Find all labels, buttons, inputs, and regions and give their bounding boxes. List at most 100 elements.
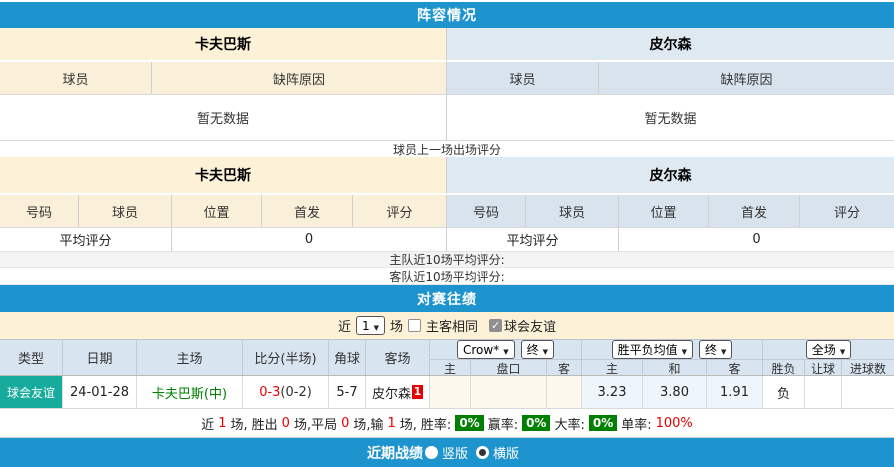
corner-cell: 5-7 bbox=[329, 376, 366, 408]
goals-cell bbox=[842, 376, 894, 408]
away-player2-col: 球员 bbox=[526, 195, 619, 227]
same-venue-checkbox[interactable] bbox=[408, 319, 422, 332]
lineup-title: 阵容情况 bbox=[417, 8, 477, 24]
horizontal-label: 横版 bbox=[493, 447, 520, 462]
odds-final-select[interactable]: 终 bbox=[699, 340, 733, 359]
matches-label: 场 bbox=[390, 320, 404, 335]
goals-col: 进球数 bbox=[849, 362, 886, 376]
away-last10-rating: 客队近10场平均评分: bbox=[0, 268, 894, 285]
odds-away-cell: 1.91 bbox=[707, 376, 763, 408]
summary-text: 场,平局 bbox=[293, 417, 338, 433]
home-last10-rating: 主队近10场平均评分: bbox=[0, 252, 894, 268]
oddswin-badge: 0% bbox=[522, 415, 551, 431]
away-position-col: 位置 bbox=[619, 195, 709, 227]
over-label: 大率: bbox=[554, 417, 585, 433]
bookmaker-value: Crow* bbox=[462, 342, 500, 357]
summary-text: 场, bbox=[230, 417, 248, 433]
odds-type-value: 胜平负均值 bbox=[617, 343, 678, 357]
home-position-col: 位置 bbox=[172, 195, 262, 227]
chevron-down-icon bbox=[374, 319, 379, 333]
away-player-col: 球员 bbox=[447, 62, 599, 94]
summary-text: 场, bbox=[399, 417, 417, 433]
vertical-label: 竖版 bbox=[441, 447, 468, 462]
h2h-section-header: 对赛往绩 bbox=[0, 285, 894, 312]
odds-draw-cell: 3.80 bbox=[643, 376, 707, 408]
home-team-cell[interactable]: 卡夫巴斯(中) bbox=[137, 376, 243, 408]
oddswin-label: 赢率: bbox=[487, 417, 519, 433]
match-count-select[interactable]: 1 bbox=[355, 316, 385, 335]
over-badge: 0% bbox=[588, 415, 618, 431]
summary-losses: 1 bbox=[387, 415, 396, 431]
bookmaker-select[interactable]: Crow* bbox=[456, 340, 515, 359]
handicap-line-cell bbox=[471, 376, 547, 408]
away-team-link[interactable]: 皮尔森 bbox=[372, 383, 411, 402]
summary-wins: 0 bbox=[281, 415, 290, 431]
odds-final-value: 终 bbox=[705, 343, 718, 357]
near-label: 近 bbox=[337, 320, 351, 335]
h2h-table: 类型 日期 主场 比分(半场) 角球 客场 Crow* 终 主 bbox=[0, 339, 894, 438]
away-no-data: 暂无数据 bbox=[447, 95, 894, 141]
scope-select[interactable]: 全场 bbox=[805, 340, 852, 359]
chevron-down-icon bbox=[840, 343, 845, 357]
vertical-radio[interactable] bbox=[424, 446, 438, 459]
home-score-col: 评分 bbox=[386, 205, 413, 221]
away-team-name-rating: 皮尔森 bbox=[447, 157, 894, 195]
away-rank-badge: 1 bbox=[412, 385, 423, 399]
winrate-badge: 0% bbox=[455, 415, 484, 431]
summary-text: 场,输 bbox=[353, 417, 384, 433]
h2h-summary-row: 近 1 场, 胜出 0 场,平局 0 场,输 1 场, 胜率: 0% 赢率: 0… bbox=[0, 409, 894, 437]
horizontal-radio[interactable] bbox=[476, 446, 489, 459]
home-team-link[interactable]: 卡夫巴斯(中) bbox=[152, 383, 227, 402]
rating-average-row: 平均评分 0 平均评分 0 bbox=[0, 228, 894, 252]
lineup-column-headers: 球员 缺阵原因 球员 缺阵原因 bbox=[0, 62, 894, 95]
handicap-line-col: 盘口 bbox=[471, 360, 547, 377]
score-cell: 0-3 (0-2) bbox=[243, 376, 329, 408]
chevron-down-icon bbox=[682, 343, 687, 357]
handicap-final-select[interactable]: 终 bbox=[520, 340, 554, 359]
home-player2-col: 球员 bbox=[79, 195, 172, 227]
rating-note: 球员上一场出场评分 bbox=[0, 141, 894, 157]
summary-total: 1 bbox=[218, 415, 227, 431]
club-friendly-checkbox[interactable] bbox=[489, 319, 503, 332]
away-avg-label: 平均评分 bbox=[447, 228, 619, 251]
odds-draw-col: 和 bbox=[643, 360, 707, 377]
lineup-team-headers: 卡夫巴斯 皮尔森 bbox=[0, 28, 894, 62]
away-score-col: 评分 bbox=[833, 205, 860, 221]
odds-home-cell: 3.23 bbox=[582, 376, 643, 408]
home-no-data: 暂无数据 bbox=[0, 95, 447, 141]
lineup-data: 暂无数据 暂无数据 bbox=[0, 95, 894, 141]
type-col: 类型 bbox=[0, 340, 63, 375]
summary-draws: 0 bbox=[341, 415, 350, 431]
h2h-header: 类型 日期 主场 比分(半场) 角球 客场 Crow* 终 主 bbox=[0, 340, 894, 377]
winrate-label: 胜率: bbox=[420, 417, 452, 433]
handicap-home-col: 主 bbox=[430, 360, 471, 377]
fulltime-score: 0-3 bbox=[259, 384, 281, 400]
home-starter-col: 首发 bbox=[262, 195, 353, 227]
handicap-group: Crow* 终 主 盘口 客 bbox=[430, 340, 582, 377]
match-count-value: 1 bbox=[361, 318, 370, 333]
letball-cell bbox=[805, 376, 842, 408]
result-group: 全场 胜负 让球 进球数 bbox=[763, 340, 894, 377]
home-reason-col: 缺阵原因 bbox=[272, 72, 325, 88]
away-number-col: 号码 bbox=[447, 195, 526, 227]
match-type-cell: 球会友谊 bbox=[0, 376, 63, 408]
page: 阵容情况 卡夫巴斯 皮尔森 球员 缺阵原因 球员 缺阵原因 暂无数据 暂无数据 … bbox=[0, 0, 894, 467]
handicap-away-col: 客 bbox=[557, 362, 570, 376]
chevron-down-icon bbox=[721, 343, 726, 357]
h2h-data-row: 球会友谊 24-01-28 卡夫巴斯(中) 0-3 (0-2) 5-7 皮尔森 1 … bbox=[0, 376, 894, 409]
recent-title: 近期战绩 bbox=[366, 445, 423, 462]
summary-text: 胜出 bbox=[251, 417, 278, 433]
handicap-home-cell bbox=[430, 376, 471, 408]
h2h-title: 对赛往绩 bbox=[417, 291, 477, 308]
date-col: 日期 bbox=[63, 340, 137, 375]
same-venue-label: 主客相同 bbox=[426, 320, 479, 335]
odds-home-col: 主 bbox=[582, 360, 643, 377]
odds-type-select[interactable]: 胜平负均值 bbox=[611, 340, 693, 359]
home-avg-label: 平均评分 bbox=[0, 228, 172, 251]
home-player-col: 球员 bbox=[0, 62, 152, 94]
rating-team-headers: 卡夫巴斯 皮尔森 bbox=[0, 157, 894, 195]
home-number-col: 号码 bbox=[0, 195, 79, 227]
away-team-cell[interactable]: 皮尔森 1 bbox=[366, 376, 430, 408]
away-avg-value: 0 bbox=[752, 232, 761, 247]
winloss-col: 胜负 bbox=[763, 360, 805, 377]
